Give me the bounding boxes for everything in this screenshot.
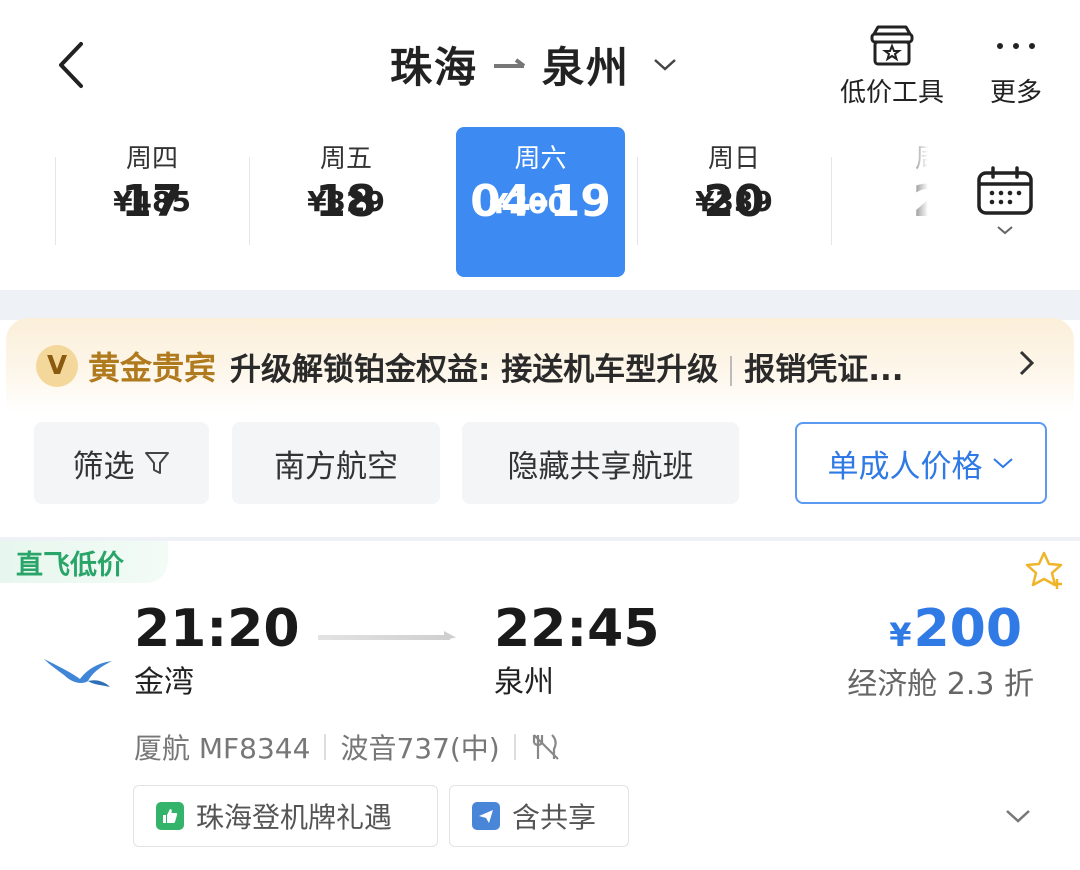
date-price: ¥485 [113,185,191,218]
departure-time: 21:20 [134,599,300,659]
xiamen-airlines-logo-icon [44,659,112,687]
date-selector: 周四 17 ¥485 周五 18 ¥329 周日 20 ¥339 周 2 [0,125,1080,290]
boarding-pass-benefit-chip[interactable]: 珠海登机牌礼遇 [133,785,438,847]
origin-city: 珠海 [390,42,479,92]
funnel-icon [144,452,169,474]
vip-badge-icon: V [36,345,78,387]
member-benefit-banner[interactable]: V 黄金贵宾 升级解锁铂金权益: 接送机车型升级 报销凭证... [6,318,1074,414]
thumbs-up-icon [156,802,184,830]
codeshare-label: 含共享 [512,801,597,834]
arrival-time: 22:45 [494,599,660,659]
header: 珠海 泉州 低价工具 更多 [0,0,1080,125]
date-strip-fade [900,125,928,290]
benefit-secondary: 报销凭证... [744,351,904,388]
member-level: 黄金贵宾 [88,349,217,387]
flight-direction-arrow-icon [318,631,456,640]
hide-shared-flights-chip[interactable]: 隐藏共享航班 [462,422,739,504]
more-label: 更多 [990,78,1043,108]
member-benefit-text: 升级解锁铂金权益: 接送机车型升级 报销凭证... [230,344,904,389]
low-price-tool-label: 低价工具 [840,78,945,108]
date-strip: 周四 17 ¥485 周五 18 ¥329 周日 20 ¥339 周 2 [55,125,928,290]
date-weekday: 周五 [319,144,372,174]
flight-price: ¥ 200 [889,599,1022,659]
chevron-right-icon [1019,350,1035,376]
more-dots-icon [997,24,1035,68]
calendar-button[interactable] [960,165,1050,245]
chevron-down-icon [654,59,676,71]
flight-search-page: 珠海 泉州 低价工具 更多 周四 17 ¥485 周五 18 ¥329 周日 2… [0,0,1080,870]
date-item[interactable]: 周五 18 ¥329 [249,125,443,290]
route-arrow-icon [494,58,526,68]
benefit-tag-label: 珠海登机牌礼遇 [196,801,393,834]
date-item[interactable]: 周日 20 ¥339 [637,125,831,290]
airline-filter-chip[interactable]: 南方航空 [232,422,440,504]
date-item[interactable]: 周四 17 ¥485 [55,125,249,290]
direct-low-price-tag: 直飞低价 [0,541,168,583]
date-weekday: 周日 [707,144,760,174]
section-separator [0,290,1080,320]
currency-symbol: ¥ [889,616,912,654]
price-mode-label: 单成人价格 [827,448,983,485]
date-price: ¥329 [307,185,385,218]
flight-meta: 厦航 MF8344 波音737(中) [134,729,562,765]
codeshare-chip[interactable]: 含共享 [449,785,629,847]
route-selector[interactable]: 珠海 泉州 [390,34,678,94]
filter-button[interactable]: 筛选 [34,422,209,504]
date-weekday: 周六 [514,144,567,174]
date-weekday: 周四 [125,144,178,174]
back-button[interactable] [40,30,100,100]
favorite-star-icon[interactable] [1024,549,1068,593]
no-meal-icon [532,734,559,760]
arrival-airport: 泉州 [494,665,554,700]
benefit-primary: 升级解锁铂金权益: 接送机车型升级 [230,351,719,388]
chevron-down-icon[interactable] [1004,807,1032,825]
cabin-discount: 经济舱 2.3 折 [847,667,1034,702]
airline-flight-number: 厦航 MF8344 [134,732,311,765]
destination-city: 泉州 [542,42,631,92]
more-button[interactable]: 更多 [990,24,1042,109]
chevron-down-icon [997,226,1013,235]
chevron-down-icon [992,458,1013,469]
filter-label: 筛选 [72,448,135,485]
plane-icon [472,802,500,830]
departure-airport: 金湾 [134,665,194,700]
calendar-icon [977,166,1033,215]
flight-card[interactable]: 直飞低价 21:20 金湾 22:45 泉州 ¥ 200 经济舱 2.3 折 厦… [0,541,1080,870]
filter-bar: 筛选 南方航空 隐藏共享航班 单成人价格 [0,420,1080,510]
date-price: ¥200 [489,187,567,220]
price-amount: 200 [913,599,1022,659]
back-arrow-icon [59,42,83,88]
date-item-selected[interactable]: 周六 04-19 ¥200 [456,127,625,277]
shop-icon [870,25,914,66]
price-mode-dropdown[interactable]: 单成人价格 [795,422,1047,504]
low-price-tool-button[interactable]: 低价工具 [840,24,944,109]
date-price: ¥339 [695,185,773,218]
aircraft-type: 波音737(中) [340,732,500,765]
